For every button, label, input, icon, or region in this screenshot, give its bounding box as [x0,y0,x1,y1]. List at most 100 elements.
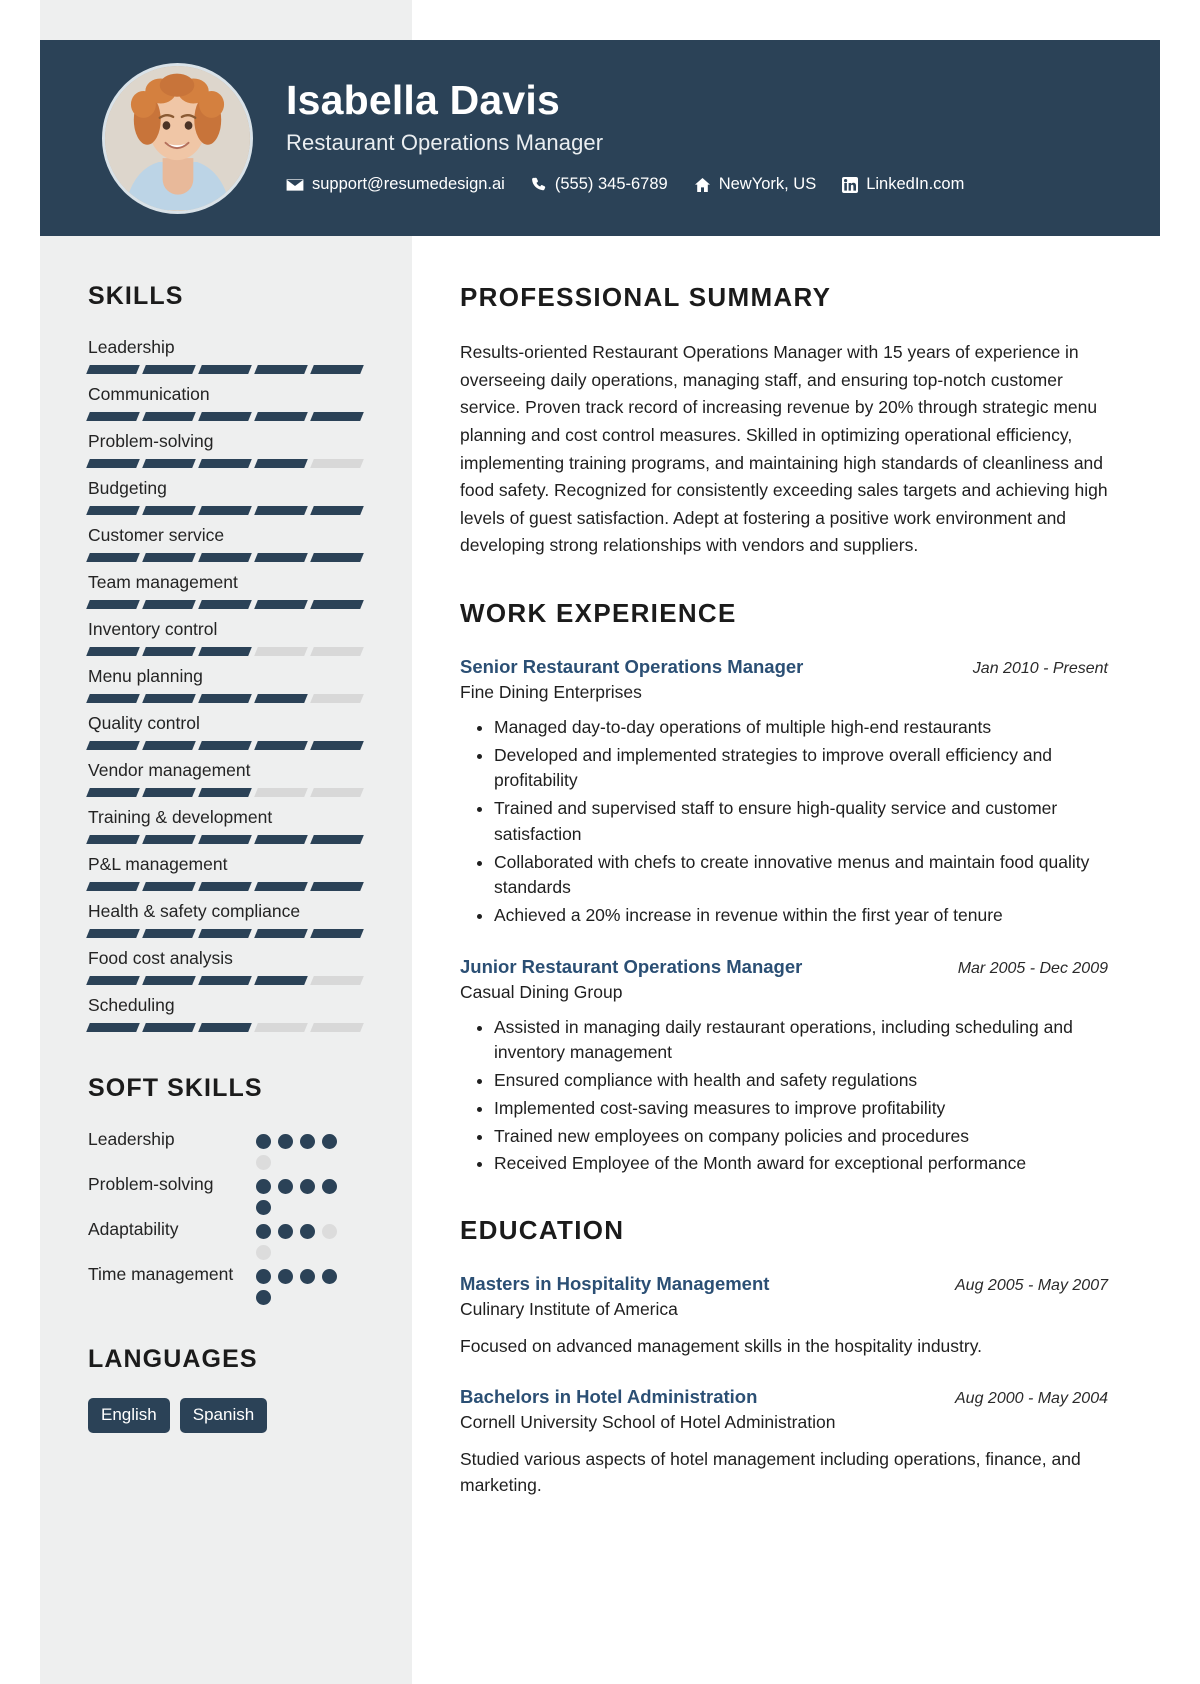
skill-bar-segment [142,459,196,468]
skill-bar-segment [254,365,308,374]
education-list: Masters in Hospitality Management Aug 200… [460,1272,1108,1499]
experience-company: Casual Dining Group [460,981,623,1002]
contact-email[interactable]: support@resumedesign.ai [286,175,505,194]
main-column: PROFESSIONAL SUMMARY Results-oriented Re… [412,236,1160,1684]
skill-bar-segment [254,882,308,891]
skill-bar-segment [198,741,252,750]
skill-row: Problem-solving [86,431,368,468]
skill-bar-segment [142,365,196,374]
rating-dot [300,1179,315,1194]
skill-bar-segment [86,412,140,421]
page-title: Isabella Davis [286,76,561,123]
skill-row: Budgeting [86,478,368,515]
education-entry-header: Bachelors in Hotel Administration Aug 200… [460,1385,1108,1408]
skill-bar-segment [142,741,196,750]
language-tag: Spanish [179,1398,268,1434]
summary-text: Results-oriented Restaurant Operations M… [460,342,1108,556]
languages-section: LANGUAGES English Spanish [88,1345,368,1434]
skill-level-bar [86,976,368,985]
skill-bar-segment [310,835,364,844]
skill-row: Vendor management [86,760,368,797]
skill-bar-segment [198,600,252,609]
skill-bar-segment [86,694,140,703]
contact-location[interactable]: NewYork, US [694,175,817,194]
soft-skill-label: Time management [88,1264,234,1284]
list-item: Trained and supervised staff to ensure h… [494,796,1108,847]
skill-bar-segment [310,506,364,515]
skill-label: Inventory control [88,619,218,639]
contact-location-text: NewYork, US [718,175,817,194]
linkedin-icon [842,176,859,193]
contact-linkedin[interactable]: LinkedIn.com [842,175,964,194]
skill-level-bar [86,788,368,797]
skill-label: P&L management [88,854,228,874]
skill-bar-segment [254,694,308,703]
skill-level-bar [86,741,368,750]
skill-row: Menu planning [86,666,368,703]
envelope-icon [286,178,304,192]
education-school: Cornell University School of Hotel Admin… [460,1412,836,1433]
rating-dot [278,1269,293,1284]
skill-bar-segment [142,412,196,421]
skill-bar-segment [310,553,364,562]
skill-bar-segment [198,647,252,656]
skill-row: Training & development [86,807,368,844]
avatar [102,62,253,214]
skill-bar-segment [198,835,252,844]
skill-bar-segment [254,412,308,421]
skill-bar-segment [310,412,364,421]
contact-phone[interactable]: (555) 345-6789 [531,175,668,194]
skill-bar-segment [254,976,308,985]
job-title: Restaurant Operations Manager [286,130,604,156]
skill-bar-segment [254,506,308,515]
skill-bar-segment [254,929,308,938]
skill-row: Quality control [86,713,368,750]
rating-dot [278,1224,293,1239]
skill-bar-segment [198,553,252,562]
skill-bar-segment [310,788,364,797]
experience-entry: Senior Restaurant Operations Manager Jan … [460,655,1108,929]
contact-list: support@resumedesign.ai (555) 345-6789 N… [286,175,964,194]
soft-skill-row: Leadership [88,1127,368,1170]
rating-dot [256,1269,271,1284]
skill-bar-segment [198,882,252,891]
skill-bar-segment [142,976,196,985]
skill-bar-segment [310,365,364,374]
experience-date-range: Jan 2010 - Present [972,660,1108,678]
skill-bar-segment [198,1023,252,1032]
contact-phone-text: (555) 345-6789 [554,175,668,194]
skill-bar-segment [254,647,308,656]
skill-label: Problem-solving [88,431,214,451]
skill-bar-segment [310,600,364,609]
skill-bar-segment [310,882,364,891]
skill-label: Health & safety compliance [88,901,301,921]
language-tags: English Spanish [88,1398,368,1434]
home-icon [694,177,711,193]
skill-level-bar [86,929,368,938]
list-item: Implemented cost-saving measures to impr… [494,1096,1108,1122]
list-item: Collaborated with chefs to create innova… [494,850,1108,901]
skill-row: P&L management [86,854,368,891]
skill-bar-segment [142,882,196,891]
skill-bar-segment [254,459,308,468]
sidebar: SKILLS Leadership Communication Problem-so… [40,236,412,1684]
experience-entry-header: Junior Restaurant Operations Manager Mar … [460,955,1108,978]
skills-list: Leadership Communication Problem-solving Bu… [86,337,368,1032]
skill-level-bar [86,553,368,562]
skill-bar-segment [142,694,196,703]
skill-bar-segment [86,600,140,609]
experience-list: Senior Restaurant Operations Manager Jan … [460,655,1108,1177]
skill-bar-segment [86,506,140,515]
list-item: Managed day-to-day operations of multipl… [494,715,1108,741]
skill-label: Leadership [88,337,175,357]
skill-bar-segment [198,929,252,938]
top-strip [40,0,1160,40]
skill-label: Food cost analysis [88,948,233,968]
rating-dot [322,1224,337,1239]
experience-bullets: Managed day-to-day operations of multipl… [460,715,1108,929]
skill-bar-segment [86,1023,140,1032]
summary-section-title: PROFESSIONAL SUMMARY [460,282,832,312]
skill-level-bar [86,412,368,421]
soft-skill-label: Adaptability [88,1219,179,1239]
resume-header: Isabella Davis Restaurant Operations Man… [40,40,1160,236]
